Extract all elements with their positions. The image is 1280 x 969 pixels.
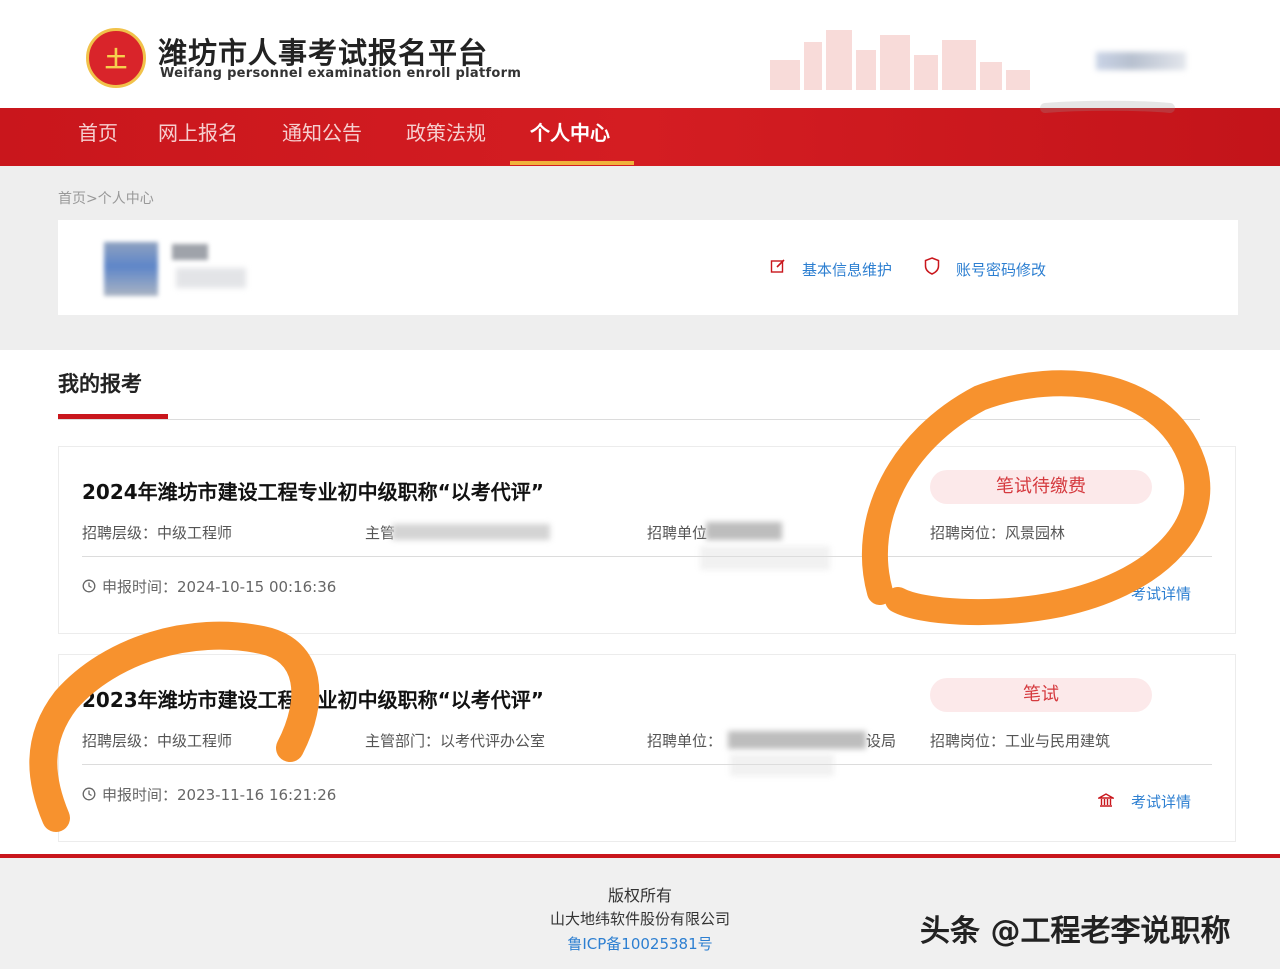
exam-unit: 招聘单位：: [647, 732, 723, 750]
main-nav: 首页 网上报名 通知公告 政策法规 个人中心: [0, 108, 1280, 166]
department-redacted: [392, 524, 550, 540]
nav-item-policies[interactable]: 政策法规: [406, 108, 486, 166]
exam-title: 2024年潍坊市建设工程专业初中级职称“以考代评”: [82, 480, 544, 504]
breadcrumb: 首页>个人中心: [58, 191, 154, 207]
basic-info-link[interactable]: 基本信息维护: [802, 259, 892, 280]
nav-item-personal-center[interactable]: 个人中心: [530, 108, 610, 166]
nav-active-indicator: [510, 161, 634, 165]
nav-item-notices[interactable]: 通知公告: [282, 108, 362, 166]
site-logo[interactable]: 土: [86, 28, 146, 88]
exam-unit-suffix: 设局: [866, 732, 897, 750]
unit-redacted: [728, 731, 866, 749]
card-divider: [82, 556, 1212, 557]
section-accent-bar: [58, 414, 168, 419]
user-detail-redacted: [176, 268, 246, 288]
exam-title: 2023年潍坊市建设工程专业初中级职称“以考代评”: [82, 688, 544, 712]
exam-level: 招聘层级：中级工程师: [82, 732, 233, 750]
bank-icon: [1098, 793, 1114, 807]
exam-post: 招聘岗位：风景园林: [930, 524, 1066, 542]
watermark: 头条 @工程老李说职称: [920, 914, 1231, 949]
bank-icon: [1098, 585, 1114, 599]
skyline-decoration: [770, 20, 1030, 90]
exam-post: 招聘岗位：工业与民用建筑: [930, 732, 1111, 750]
edit-icon: [770, 259, 785, 273]
logo-mark: 土: [104, 48, 127, 73]
status-badge: 笔试: [930, 678, 1152, 712]
section-title: 我的报考: [58, 372, 142, 396]
unit-redacted: [706, 522, 782, 540]
site-subtitle: Weifang personnel examination enroll pla…: [160, 66, 522, 81]
exam-unit: 招聘单位: [647, 524, 708, 542]
exam-detail-link[interactable]: 考试详情: [1131, 791, 1191, 812]
clock-icon: [82, 787, 96, 801]
password-change-link[interactable]: 账号密码修改: [956, 259, 1046, 280]
user-name-redacted: [172, 244, 208, 260]
exam-level: 招聘层级：中级工程师: [82, 524, 233, 542]
submit-time: 申报时间：2023-11-16 16:21:26: [102, 786, 337, 804]
footer-copyright: 版权所有: [607, 886, 672, 905]
nav-item-home[interactable]: 首页: [78, 108, 118, 166]
exam-department: 主管部门：以考代评办公室: [365, 732, 546, 750]
unit-redacted-extra: [730, 754, 834, 776]
clock-icon: [82, 579, 96, 593]
avatar: [104, 242, 158, 296]
exam-department: 主管: [365, 524, 396, 542]
user-info-redacted[interactable]: [1096, 52, 1186, 70]
submit-time: 申报时间：2024-10-15 00:16:36: [102, 578, 337, 596]
nav-item-online-registration[interactable]: 网上报名: [158, 108, 238, 166]
section-divider: [58, 419, 1200, 420]
card-divider: [82, 764, 1212, 765]
icp-link[interactable]: 鲁ICP备10025381号: [567, 935, 712, 953]
status-badge: 笔试待缴费: [930, 470, 1152, 504]
shield-icon: [924, 257, 940, 275]
unit-redacted-extra: [700, 546, 830, 570]
exam-detail-link[interactable]: 考试详情: [1131, 583, 1191, 604]
